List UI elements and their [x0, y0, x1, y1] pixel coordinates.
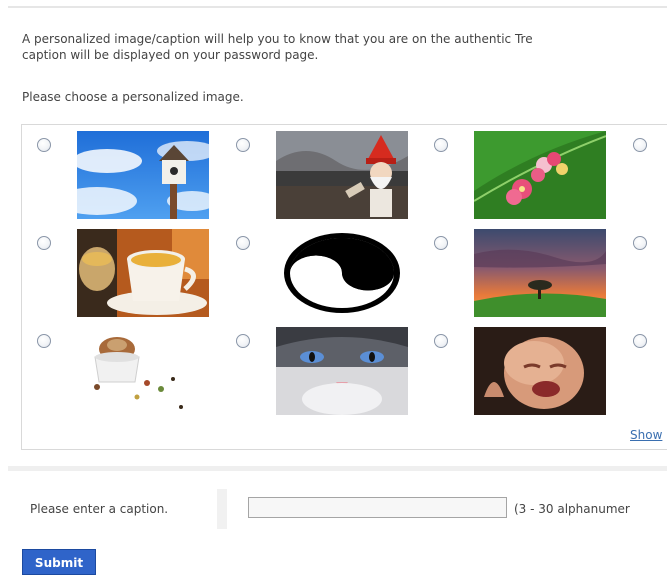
caption-label: Please enter a caption. — [30, 502, 169, 516]
section-divider — [8, 466, 667, 471]
crying-baby-image[interactable] — [474, 327, 606, 415]
image-radio-12[interactable] — [633, 334, 647, 348]
caption-input[interactable] — [248, 497, 507, 518]
image-radio-9[interactable] — [37, 334, 51, 348]
image-radio-6[interactable] — [236, 236, 250, 250]
intro-line-1: A personalized image/caption will help y… — [22, 32, 533, 46]
top-divider — [8, 6, 667, 8]
image-radio-5[interactable] — [37, 236, 51, 250]
show-more-link[interactable]: Show — [630, 428, 662, 442]
image-radio-8[interactable] — [633, 236, 647, 250]
birdhouse-sky-image[interactable] — [77, 131, 209, 219]
tea-cup-image[interactable] — [77, 229, 209, 317]
hamster-in-cup-image[interactable] — [77, 327, 209, 415]
image-radio-7[interactable] — [434, 236, 448, 250]
image-radio-1[interactable] — [37, 138, 51, 152]
image-radio-2[interactable] — [236, 138, 250, 152]
image-radio-4[interactable] — [633, 138, 647, 152]
cat-face-image[interactable] — [276, 327, 408, 415]
pink-flowers-leaf-image[interactable] — [474, 131, 606, 219]
sunset-tree-image[interactable] — [474, 229, 606, 317]
yin-yang-image[interactable] — [276, 229, 408, 317]
image-radio-11[interactable] — [434, 334, 448, 348]
intro-line-2: caption will be displayed on your passwo… — [22, 48, 319, 62]
image-radio-3[interactable] — [434, 138, 448, 152]
caption-row-divider — [217, 489, 227, 529]
intro-text: A personalized image/caption will help y… — [22, 31, 667, 63]
garden-gnome-image[interactable] — [276, 131, 408, 219]
submit-button[interactable]: Submit — [22, 549, 96, 575]
image-radio-10[interactable] — [236, 334, 250, 348]
choose-image-label: Please choose a personalized image. — [22, 90, 244, 104]
caption-hint: (3 - 30 alphanumer — [514, 502, 630, 516]
